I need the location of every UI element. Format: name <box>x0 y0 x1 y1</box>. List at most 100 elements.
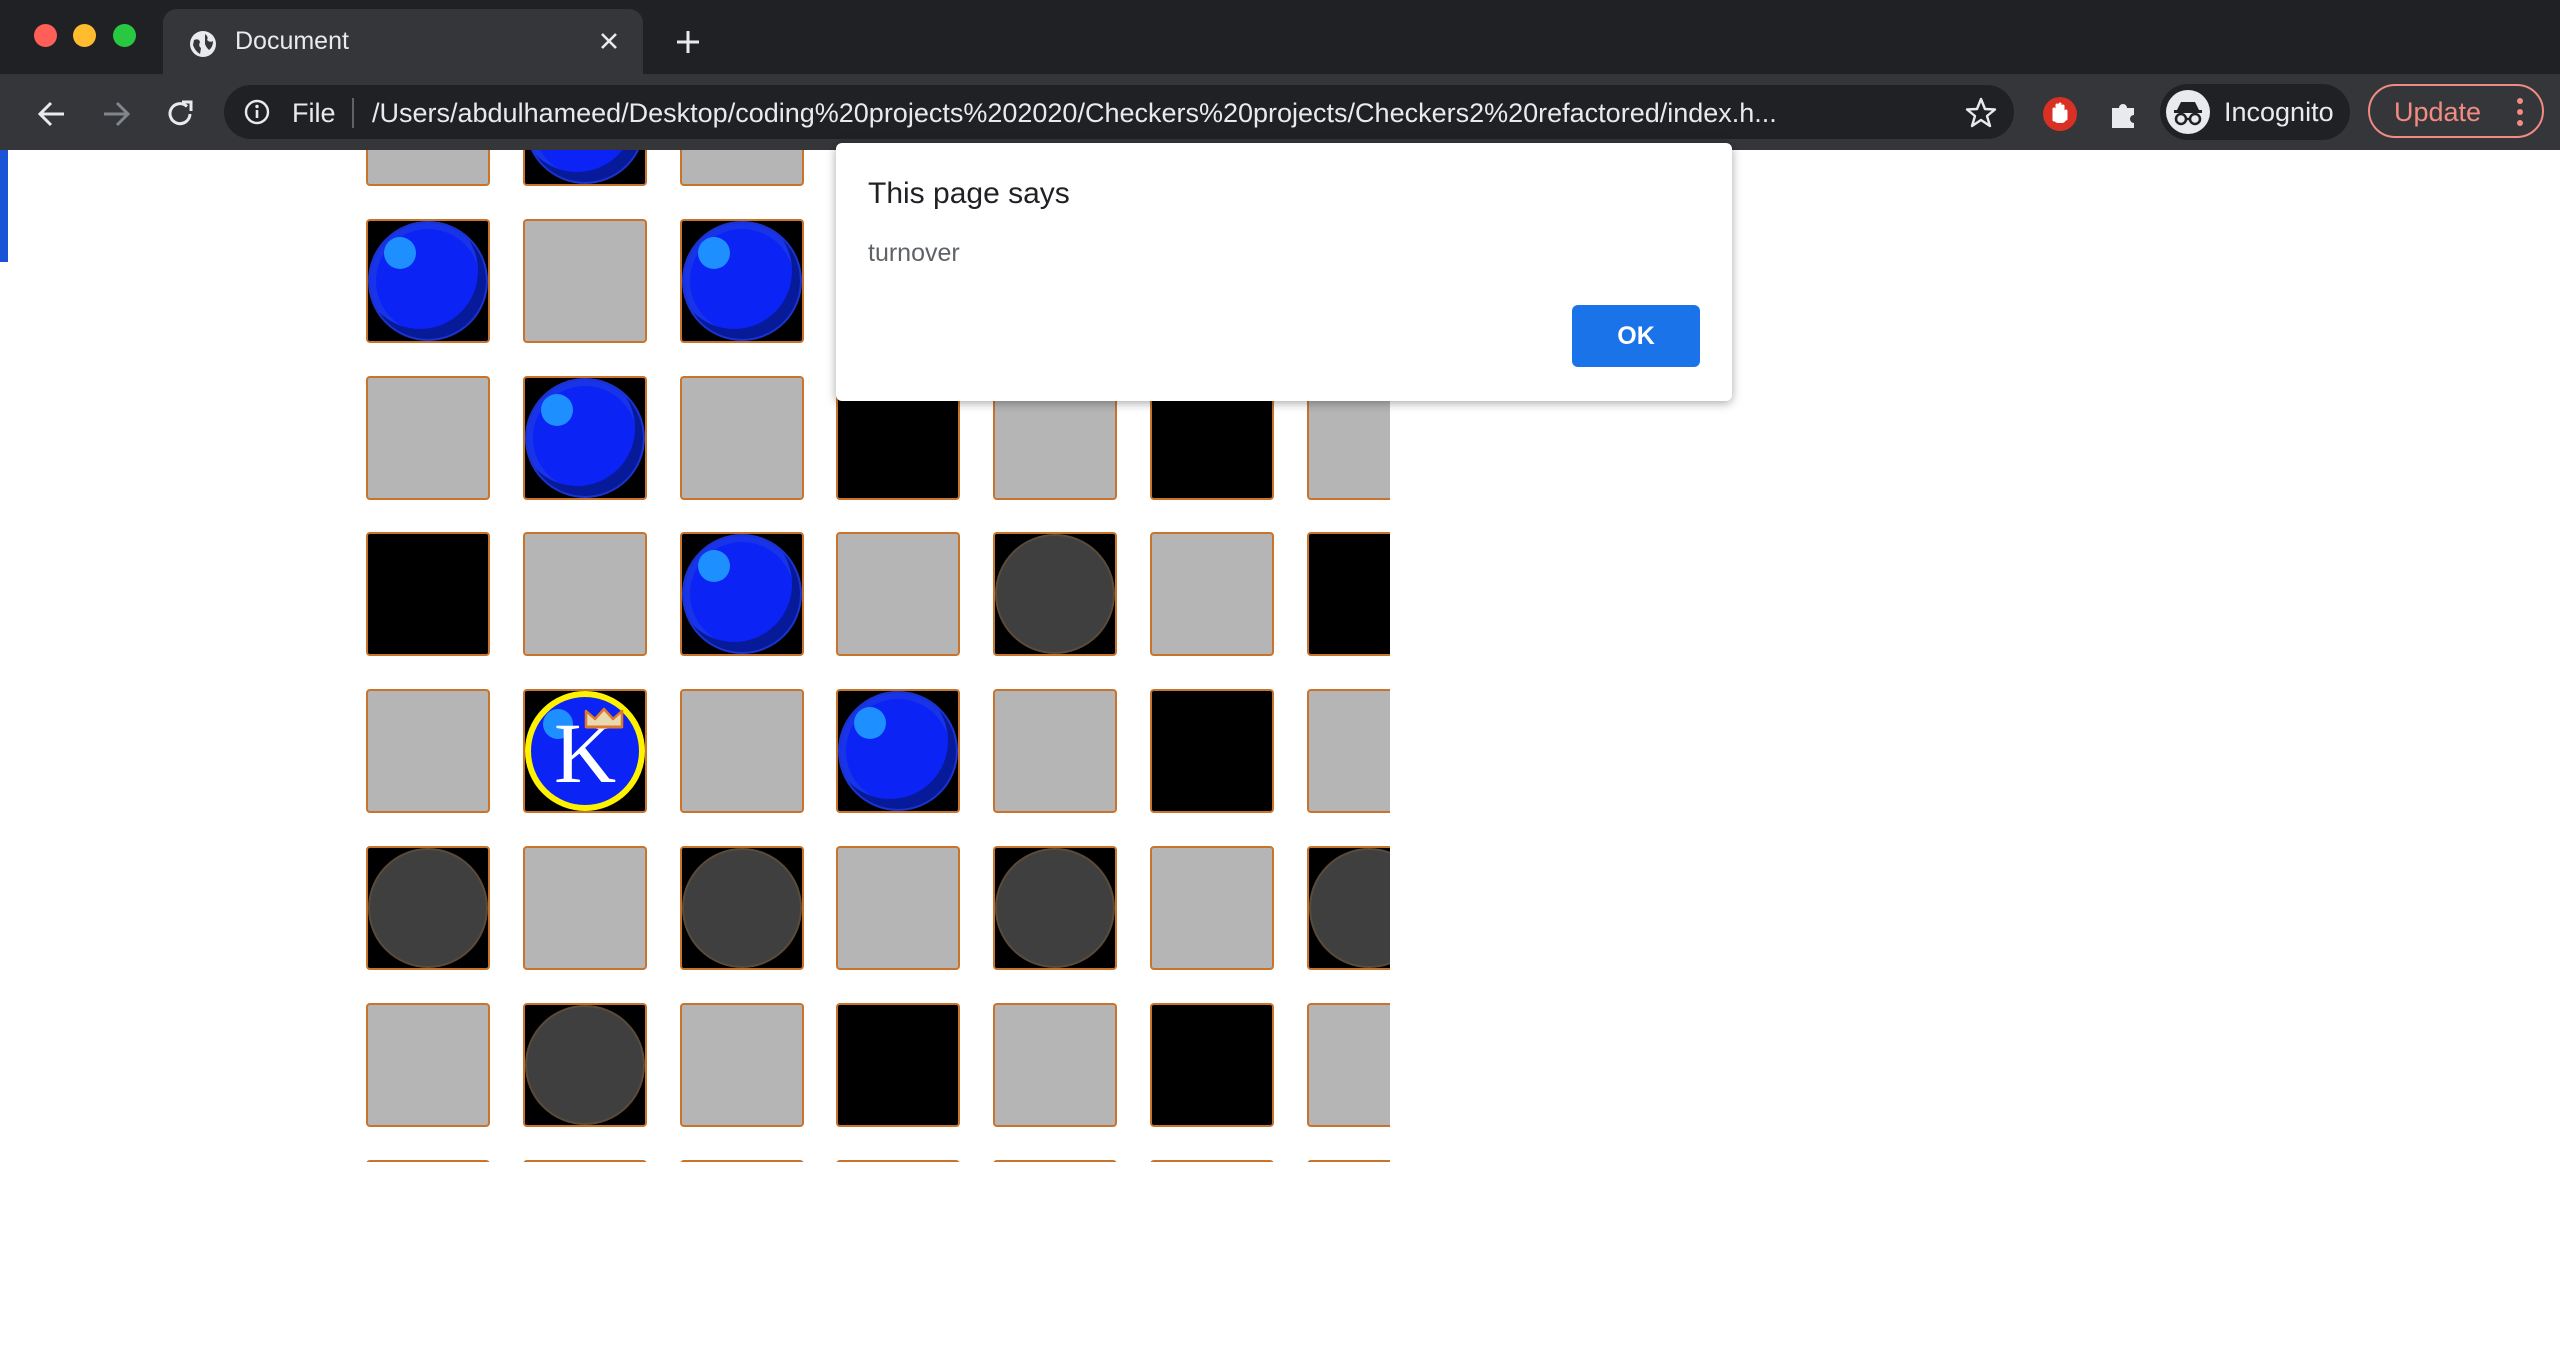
address-separator <box>352 98 354 128</box>
board-square-r2c0[interactable] <box>366 376 490 500</box>
board-square-r1c0[interactable] <box>366 219 490 343</box>
board-square-r5c6[interactable] <box>1307 846 1390 970</box>
tab-document[interactable]: Document <box>163 9 643 74</box>
tab-close-icon[interactable] <box>591 23 627 59</box>
checker-piece-blue[interactable] <box>525 378 645 498</box>
board-square-r7c6[interactable] <box>1307 1160 1390 1162</box>
checker-piece-blue[interactable] <box>838 691 958 811</box>
board-square-r2c1[interactable] <box>523 376 647 500</box>
tab-strip: Document <box>0 0 2560 74</box>
board-square-r7c0[interactable] <box>366 1160 490 1162</box>
back-button[interactable] <box>32 94 72 134</box>
board-square-r6c4[interactable] <box>993 1003 1117 1127</box>
board-square-r3c0[interactable] <box>366 532 490 656</box>
dialog-message: turnover <box>868 239 960 267</box>
extension-stop-button[interactable] <box>2040 94 2080 134</box>
address-bar[interactable]: File /Users/abdulhameed/Desktop/coding%2… <box>224 85 2014 139</box>
plus-icon <box>677 31 699 53</box>
king-piece-blue[interactable]: K <box>525 691 645 811</box>
info-icon[interactable] <box>244 99 270 125</box>
checker-piece-gray[interactable] <box>1309 848 1390 968</box>
globe-icon <box>190 31 216 57</box>
page-left-accent <box>0 150 8 262</box>
board-square-r7c3[interactable] <box>836 1160 960 1162</box>
puzzle-icon <box>2112 104 2134 128</box>
board-square-r1c1[interactable] <box>523 219 647 343</box>
checker-piece-gray[interactable] <box>525 1005 645 1125</box>
arrow-left-icon <box>37 101 64 127</box>
piece-highlight <box>384 237 416 269</box>
board-square-r4c3[interactable] <box>836 689 960 813</box>
checker-piece-gray[interactable] <box>368 848 488 968</box>
board-square-r3c2[interactable] <box>680 532 804 656</box>
incognito-icon <box>2166 90 2210 134</box>
board-square-r4c6[interactable] <box>1307 689 1390 813</box>
window-maximize-button[interactable] <box>113 24 136 47</box>
board-square-r3c1[interactable] <box>523 532 647 656</box>
board-square-r3c5[interactable] <box>1150 532 1274 656</box>
board-square-r4c2[interactable] <box>680 689 804 813</box>
board-square-r4c0[interactable] <box>366 689 490 813</box>
board-square-r3c6[interactable] <box>1307 532 1390 656</box>
reload-button[interactable] <box>160 94 200 134</box>
stop-hand-icon <box>2043 97 2077 131</box>
board-square-r6c6[interactable] <box>1307 1003 1390 1127</box>
window-minimize-button[interactable] <box>73 24 96 47</box>
board-square-r0c2[interactable] <box>680 150 804 186</box>
board-square-r6c5[interactable] <box>1150 1003 1274 1127</box>
checker-piece-blue[interactable] <box>682 221 802 341</box>
board-square-r1c2[interactable] <box>680 219 804 343</box>
board-square-r2c2[interactable] <box>680 376 804 500</box>
board-square-r6c0[interactable] <box>366 1003 490 1127</box>
board-square-r6c2[interactable] <box>680 1003 804 1127</box>
more-vertical-icon[interactable] <box>2508 94 2532 130</box>
bookmark-star-icon[interactable] <box>1964 96 1998 130</box>
incognito-profile-button[interactable]: Incognito <box>2160 84 2350 140</box>
board-square-r6c3[interactable] <box>836 1003 960 1127</box>
board-square-r7c1[interactable] <box>523 1160 647 1162</box>
board-square-r3c3[interactable] <box>836 532 960 656</box>
board-square-r5c2[interactable] <box>680 846 804 970</box>
checker-piece-gray[interactable] <box>995 534 1115 654</box>
board-square-r4c5[interactable] <box>1150 689 1274 813</box>
piece-highlight <box>698 237 730 269</box>
checker-piece-gray[interactable] <box>682 848 802 968</box>
url-text[interactable]: /Users/abdulhameed/Desktop/coding%20proj… <box>372 98 1932 129</box>
extensions-button[interactable] <box>2104 94 2144 134</box>
update-button[interactable]: Update <box>2368 84 2544 138</box>
checker-piece-gray[interactable] <box>995 848 1115 968</box>
checker-piece-blue[interactable] <box>368 221 488 341</box>
board-square-r4c1[interactable]: K <box>523 689 647 813</box>
window-close-button[interactable] <box>34 24 57 47</box>
board-square-r5c4[interactable] <box>993 846 1117 970</box>
board-square-r5c3[interactable] <box>836 846 960 970</box>
board-square-r0c1[interactable] <box>523 150 647 186</box>
browser-toolbar: File /Users/abdulhameed/Desktop/coding%2… <box>0 74 2560 150</box>
board-square-r7c4[interactable] <box>993 1160 1117 1162</box>
piece-highlight <box>854 707 886 739</box>
checker-piece-blue[interactable] <box>682 534 802 654</box>
board-square-r5c5[interactable] <box>1150 846 1274 970</box>
arrow-right-icon <box>104 101 131 127</box>
update-label: Update <box>2394 97 2482 127</box>
forward-button[interactable] <box>96 94 136 134</box>
alert-dialog: This page says turnover OK <box>836 143 1732 401</box>
dialog-ok-button[interactable]: OK <box>1572 305 1700 367</box>
dialog-title: This page says <box>868 177 1070 210</box>
board-square-r3c4[interactable] <box>993 532 1117 656</box>
crown-icon <box>584 707 624 729</box>
board-square-r5c1[interactable] <box>523 846 647 970</box>
profile-label: Incognito <box>2224 97 2334 127</box>
tab-title: Document <box>235 27 349 55</box>
scheme-label: File <box>292 98 336 128</box>
board-square-r6c1[interactable] <box>523 1003 647 1127</box>
board-square-r7c2[interactable] <box>680 1160 804 1162</box>
new-tab-button[interactable] <box>668 22 708 62</box>
piece-highlight <box>541 394 573 426</box>
piece-highlight <box>698 550 730 582</box>
board-square-r4c4[interactable] <box>993 689 1117 813</box>
checker-piece-blue[interactable] <box>525 150 645 184</box>
board-square-r5c0[interactable] <box>366 846 490 970</box>
board-square-r7c5[interactable] <box>1150 1160 1274 1162</box>
board-square-r0c0[interactable] <box>366 150 490 186</box>
